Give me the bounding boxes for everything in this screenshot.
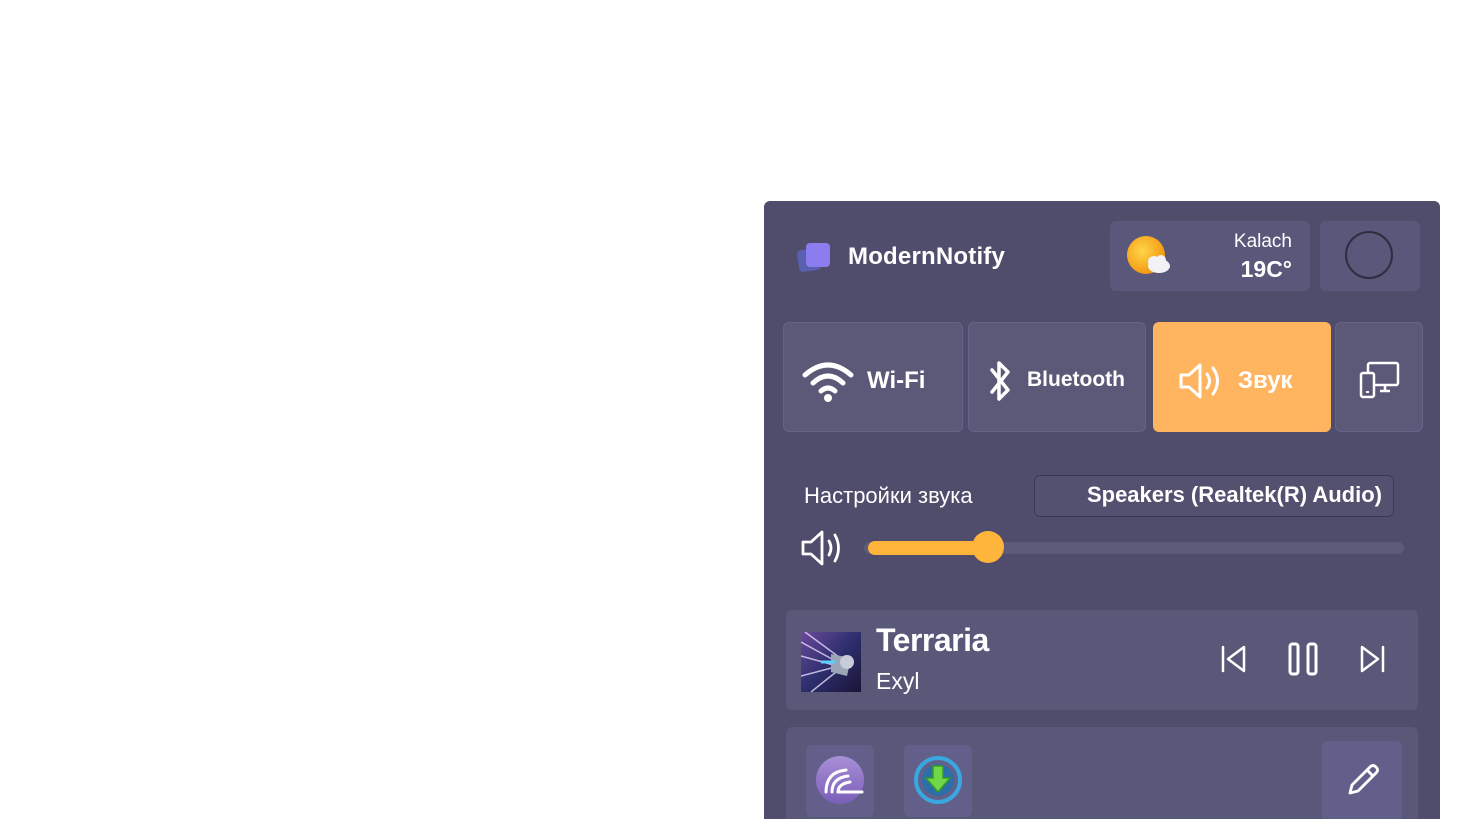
previous-icon[interactable] [1216, 642, 1250, 676]
audio-device-select[interactable]: Speakers (Realtek(R) Audio) [1034, 475, 1394, 517]
app-logo-icon [797, 243, 830, 272]
user-avatar-button[interactable] [1320, 221, 1420, 291]
app-bittorrent[interactable] [806, 745, 874, 817]
volume-slider[interactable] [864, 531, 1404, 563]
tile-wifi-label: Wi-Fi [867, 367, 926, 394]
bittorrent-icon [816, 756, 864, 804]
devices-icon [1359, 361, 1400, 399]
media-player: Terraria Exyl [786, 610, 1418, 710]
tile-bluetooth[interactable]: Bluetooth [968, 322, 1146, 432]
song-artist: Exyl [876, 668, 920, 694]
pencil-icon [1348, 764, 1379, 795]
tile-sound-label: Звук [1238, 367, 1293, 394]
weather-city: Kalach [1233, 231, 1292, 252]
avatar [1345, 231, 1393, 279]
notification-panel: ModernNotify Kalach 19C° Wi-Fi Bluetooth… [764, 201, 1440, 819]
song-title: Terraria [876, 622, 989, 658]
volume-icon[interactable] [800, 526, 844, 570]
bluetooth-icon [990, 361, 1010, 401]
weather-temperature: 19C° [1240, 256, 1292, 282]
pause-icon[interactable] [1286, 642, 1320, 676]
pinned-apps [786, 727, 1418, 819]
speaker-icon [1179, 363, 1219, 399]
app-downloader[interactable] [904, 745, 972, 817]
tile-bluetooth-label: Bluetooth [1027, 368, 1125, 391]
audio-device-label: Speakers (Realtek(R) Audio) [1086, 482, 1382, 507]
app-title: ModernNotify [848, 243, 1006, 270]
partly-cloudy-icon [1127, 236, 1170, 274]
tile-wifi[interactable]: Wi-Fi [783, 322, 963, 432]
sound-settings-title: Настройки звука [804, 483, 973, 508]
tile-sound[interactable]: Звук [1153, 322, 1331, 432]
downloader-icon [914, 756, 962, 804]
tile-devices[interactable] [1335, 322, 1423, 432]
volume-slider-thumb[interactable] [972, 531, 1004, 563]
weather-widget[interactable]: Kalach 19C° [1110, 221, 1310, 291]
edit-button[interactable] [1322, 741, 1402, 819]
next-icon[interactable] [1356, 642, 1390, 676]
album-art [801, 632, 861, 692]
wifi-icon [802, 362, 854, 402]
